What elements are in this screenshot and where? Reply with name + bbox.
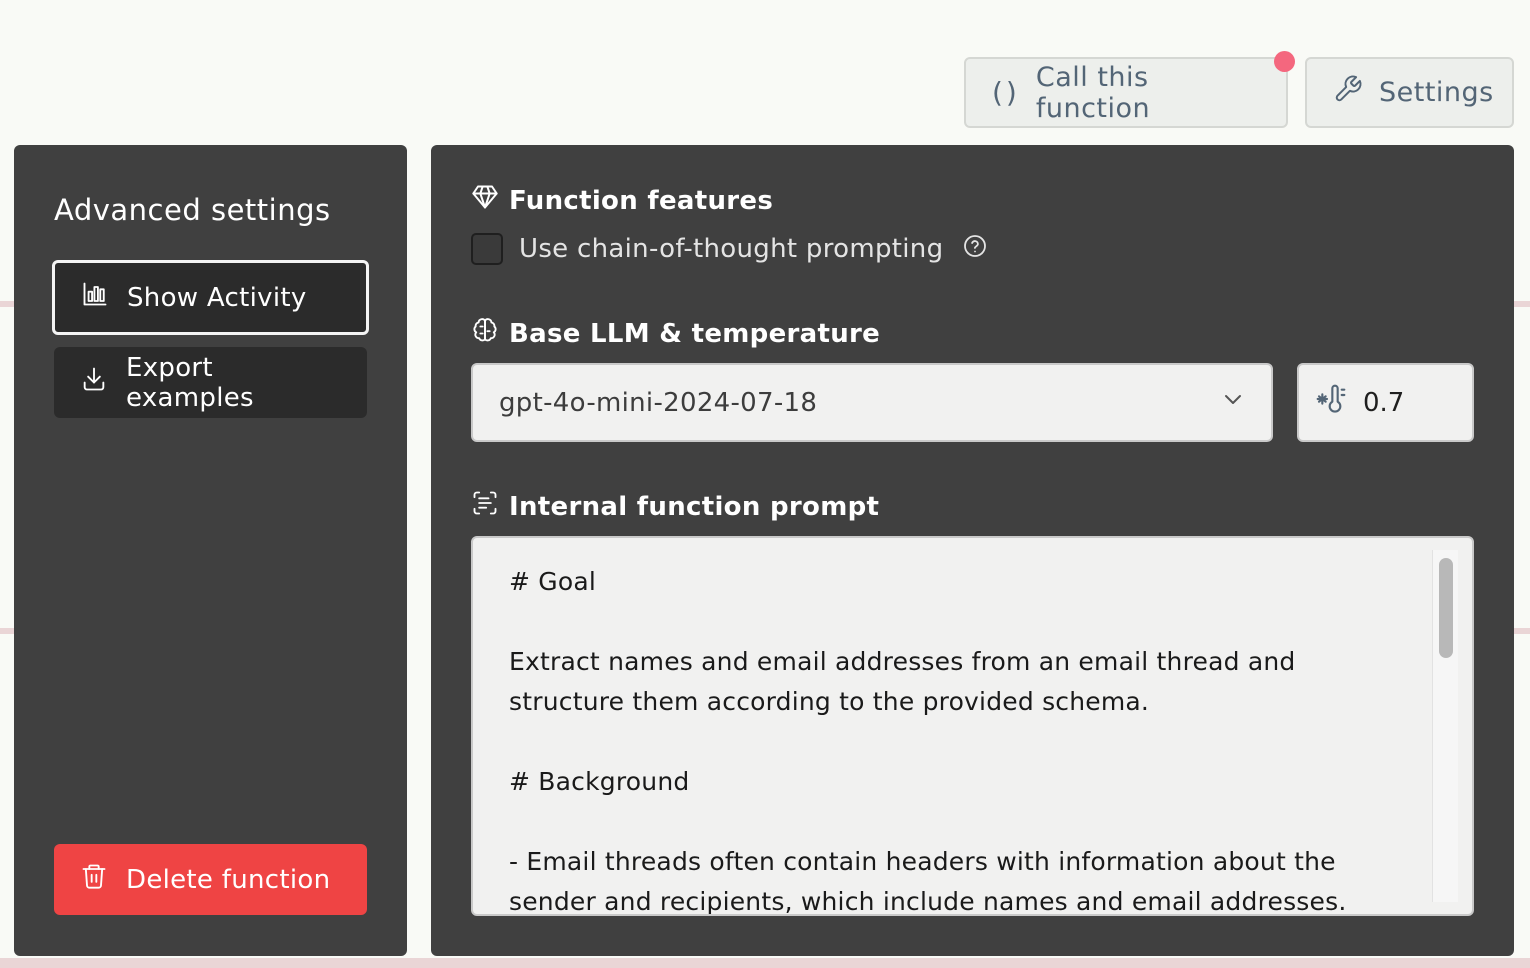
base-llm-title: Base LLM & temperature <box>509 318 881 349</box>
settings-label: Settings <box>1379 77 1494 108</box>
chain-of-thought-label: Use chain-of-thought prompting <box>519 234 944 264</box>
show-activity-button[interactable]: Show Activity <box>52 260 369 335</box>
internal-prompt-heading: Internal function prompt <box>471 489 879 524</box>
scan-text-icon <box>471 489 499 524</box>
base-llm-heading: Base LLM & temperature <box>471 316 880 351</box>
wrench-icon <box>1333 74 1363 111</box>
show-activity-label: Show Activity <box>127 282 307 313</box>
notification-dot <box>1274 51 1295 72</box>
parentheses-icon: () <box>992 76 1020 109</box>
background-divider <box>1512 628 1530 634</box>
brain-icon <box>471 316 499 351</box>
model-select-value: gpt-4o-mini-2024-07-18 <box>499 387 818 418</box>
function-config-panel: Function features Use chain-of-thought p… <box>431 145 1514 956</box>
panel-title: Advanced settings <box>54 193 331 227</box>
download-icon <box>80 365 108 400</box>
function-features-heading: Function features <box>471 183 773 218</box>
advanced-settings-panel: Advanced settings Show Activity Export e… <box>14 145 407 956</box>
delete-function-label: Delete function <box>126 864 331 895</box>
background-divider <box>1512 301 1530 307</box>
diamond-icon <box>471 183 499 218</box>
export-examples-button[interactable]: Export examples <box>54 347 367 418</box>
bar-chart-icon <box>81 280 109 315</box>
chain-of-thought-checkbox[interactable] <box>471 233 503 265</box>
temperature-value: 0.7 <box>1363 387 1405 418</box>
chevron-down-icon <box>1221 387 1245 418</box>
temperature-input[interactable]: 0.7 <box>1297 363 1474 442</box>
trash-icon <box>80 861 108 898</box>
settings-button[interactable]: Settings <box>1305 57 1514 128</box>
background-divider <box>0 958 1530 968</box>
internal-prompt-title: Internal function prompt <box>509 491 880 522</box>
thermometer-snowflake-icon <box>1315 383 1347 422</box>
prompt-textarea[interactable]: # Goal Extract names and email addresses… <box>471 536 1474 916</box>
delete-function-button[interactable]: Delete function <box>54 844 367 915</box>
call-function-label: Call this function <box>1035 61 1151 124</box>
export-examples-label: Export examples <box>126 352 254 413</box>
function-features-title: Function features <box>509 185 774 216</box>
model-select[interactable]: gpt-4o-mini-2024-07-18 <box>471 363 1273 442</box>
help-icon[interactable] <box>963 234 987 265</box>
scrollbar-track[interactable] <box>1432 550 1458 902</box>
scrollbar-thumb[interactable] <box>1439 558 1453 658</box>
prompt-text: # Goal Extract names and email addresses… <box>509 567 1347 916</box>
chain-of-thought-option: Use chain-of-thought prompting <box>471 233 987 265</box>
call-function-button[interactable]: () Call this function <box>964 57 1288 128</box>
